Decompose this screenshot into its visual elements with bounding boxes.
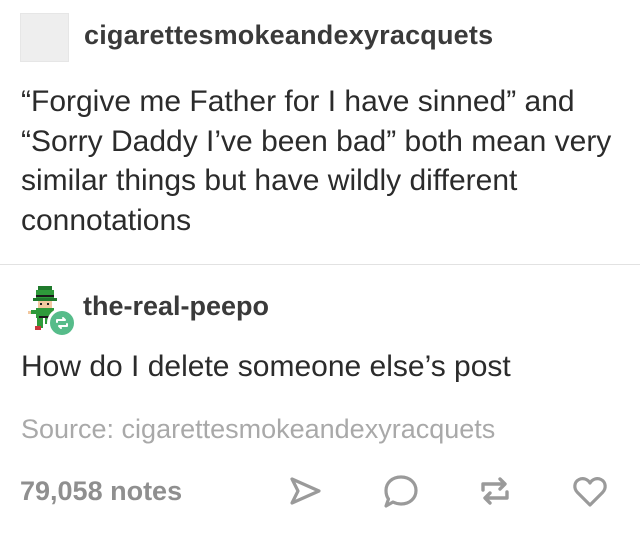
reply-button[interactable]: [380, 470, 422, 512]
notes-count[interactable]: 79,058 notes: [20, 476, 182, 507]
avatar[interactable]: [20, 13, 69, 62]
original-poster-username[interactable]: cigarettesmokeandexyracquets: [84, 20, 493, 51]
reblogger-avatar[interactable]: [25, 284, 81, 340]
reblog-button[interactable]: [474, 470, 516, 512]
share-button[interactable]: [284, 470, 326, 512]
reblogger-username[interactable]: the-real-peepo: [83, 291, 269, 322]
reply-icon: [384, 475, 418, 508]
like-button[interactable]: [569, 470, 611, 512]
reblog-badge-icon: [47, 308, 77, 338]
reblog-text: How do I delete someone else’s post: [21, 350, 511, 383]
divider: [0, 264, 640, 265]
source-link[interactable]: Source: cigarettesmokeandexyracquets: [21, 414, 495, 445]
share-icon: [290, 477, 321, 505]
original-post: cigarettesmokeandexyracquets “Forgive me…: [0, 0, 640, 264]
original-post-text: “Forgive me Father for I have sinned” an…: [21, 85, 612, 237]
heart-icon: [573, 477, 607, 507]
reblog-icon: [481, 477, 509, 505]
